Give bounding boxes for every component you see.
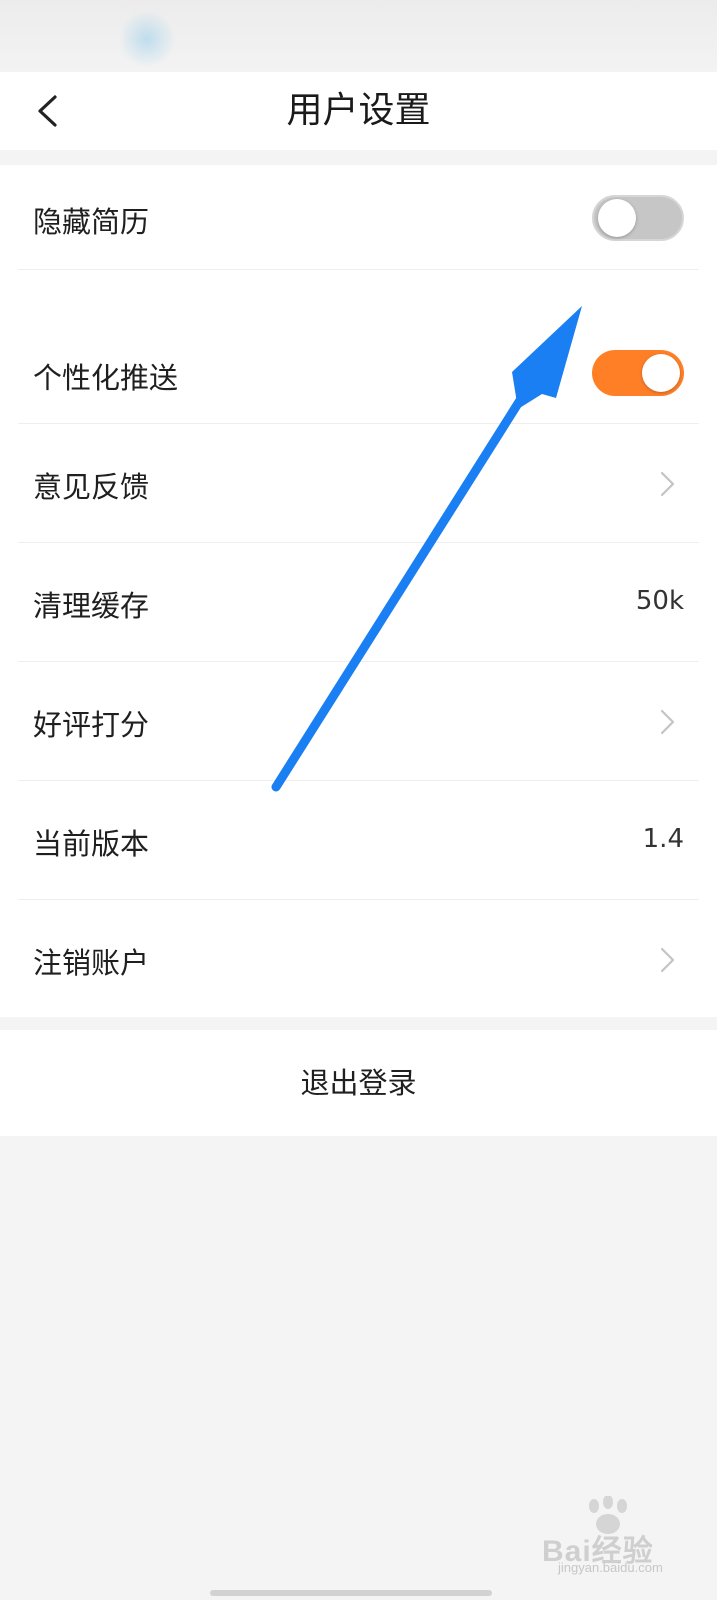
personalized-push-toggle[interactable] (592, 350, 684, 396)
chevron-right-icon (660, 947, 675, 973)
status-bar (0, 0, 717, 72)
page-title: 用户设置 (286, 90, 431, 131)
setting-label: 当前版本 (33, 827, 150, 861)
setting-row-deactivate-account[interactable]: 注销账户 (0, 900, 717, 1017)
setting-label: 隐藏简历 (33, 205, 150, 239)
settings-list: 隐藏简历 个性化推送 意见反馈 清理缓存 50k 好评打分 当前版本 1.4 注… (0, 165, 717, 1017)
chevron-right-icon (660, 471, 675, 497)
setting-label: 清理缓存 (33, 589, 150, 623)
home-indicator[interactable] (210, 1590, 492, 1596)
setting-label: 注销账户 (33, 946, 150, 980)
watermark-url: jingyan.baidu.com (558, 1560, 663, 1575)
cache-size-value: 50k (635, 586, 684, 616)
nav-header: 用户设置 (0, 72, 717, 150)
divider (18, 269, 699, 270)
setting-row-rate-app[interactable]: 好评打分 (0, 662, 717, 780)
chevron-right-icon (660, 709, 675, 735)
setting-row-feedback[interactable]: 意见反馈 (0, 424, 717, 542)
setting-row-personalized-push: 个性化推送 (0, 317, 717, 423)
logout-button[interactable]: 退出登录 (0, 1030, 717, 1136)
status-blur-icon (118, 10, 176, 68)
setting-label: 好评打分 (33, 708, 150, 742)
setting-label: 个性化推送 (33, 361, 179, 395)
baidu-watermark: Bai经验 jingyan.baidu.com (536, 1496, 696, 1576)
version-value: 1.4 (642, 824, 684, 854)
setting-row-current-version: 当前版本 1.4 (0, 781, 717, 899)
logout-label: 退出登录 (300, 1066, 417, 1100)
setting-row-clear-cache[interactable]: 清理缓存 50k (0, 543, 717, 661)
hide-resume-toggle[interactable] (592, 195, 684, 241)
setting-label: 意见反馈 (33, 470, 150, 504)
toggle-knob (642, 354, 680, 392)
setting-row-hide-resume: 隐藏简历 (0, 165, 717, 269)
toggle-knob (598, 199, 636, 237)
